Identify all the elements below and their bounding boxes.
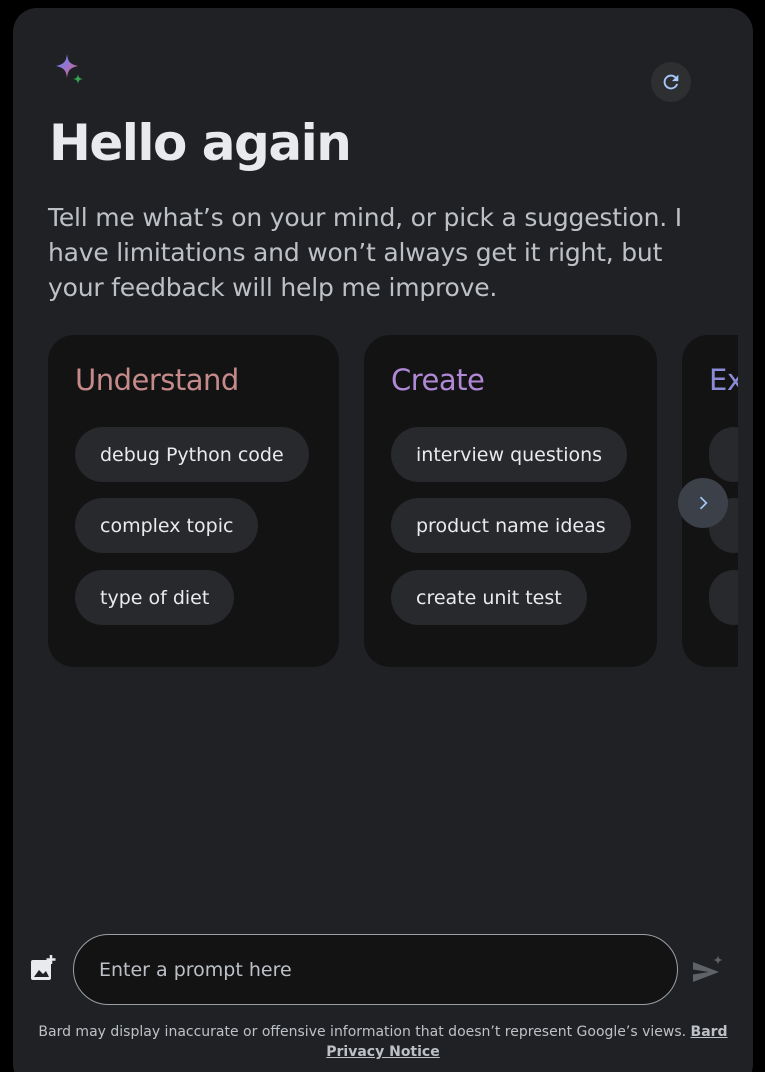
prompt-input[interactable]: [73, 934, 678, 1005]
card-title: Ex: [709, 363, 738, 397]
chevron-right-icon: [699, 496, 708, 510]
disclaimer: Bard may display inaccurate or offensive…: [33, 1022, 733, 1062]
send-icon[interactable]: [690, 954, 726, 986]
refresh-icon: [663, 74, 679, 90]
suggestion-chip[interactable]: create unit test: [391, 570, 587, 625]
carousel-next-button[interactable]: [678, 478, 728, 528]
refresh-button[interactable]: [651, 62, 691, 102]
suggestion-card-understand: Understand debug Python code complex top…: [48, 335, 339, 667]
greeting-title: Hello again: [49, 114, 352, 172]
greeting-subtitle: Tell me what’s on your mind, or pick a s…: [48, 203, 682, 302]
suggestion-chip[interactable]: [709, 570, 738, 625]
suggestion-chip[interactable]: [709, 427, 738, 482]
suggestion-chip[interactable]: complex topic: [75, 498, 259, 553]
suggestion-card-create: Create interview questions product name …: [364, 335, 657, 667]
suggestion-chip[interactable]: type of diet: [75, 570, 235, 625]
disclaimer-text: Bard may display inaccurate or offensive…: [38, 1024, 687, 1040]
suggestion-chip[interactable]: interview questions: [391, 427, 628, 482]
image-upload-icon[interactable]: [29, 954, 57, 982]
card-title: Understand: [75, 363, 239, 397]
suggestion-carousel: Understand debug Python code complex top…: [48, 335, 738, 667]
sparkle-icon: [56, 54, 83, 84]
bard-panel: Hello again Tell me what’s on your mind,…: [13, 8, 753, 1072]
suggestion-chip[interactable]: debug Python code: [75, 427, 309, 482]
suggestion-chip[interactable]: product name ideas: [391, 498, 631, 553]
card-title: Create: [391, 363, 485, 397]
